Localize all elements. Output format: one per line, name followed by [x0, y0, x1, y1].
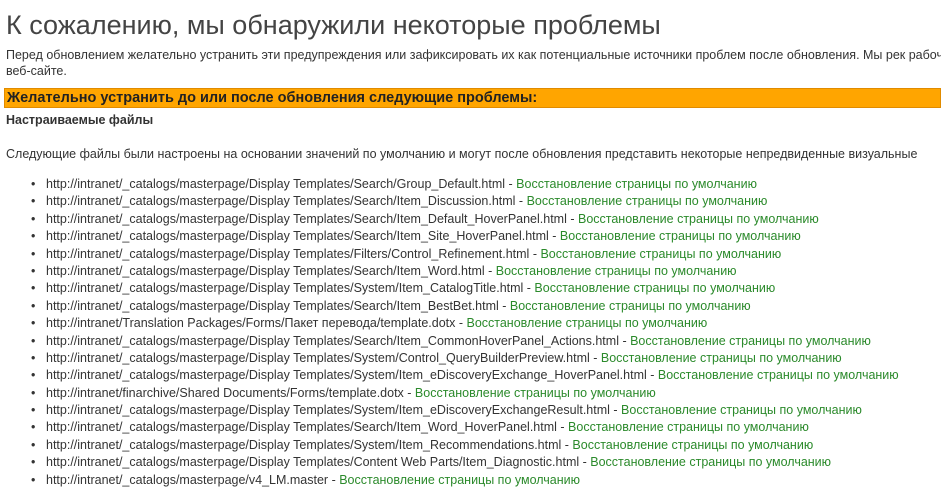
separator: - — [548, 229, 560, 244]
bullet-icon: • — [31, 211, 36, 226]
section-title-custom-files: Настраиваемые файлы — [6, 113, 154, 127]
restore-default-link[interactable]: Восстановление страницы по умолчанию — [578, 212, 819, 226]
bullet-icon: • — [31, 472, 36, 487]
warning-banner-title: Желательно устранить до или после обновл… — [7, 90, 538, 106]
list-item: • http://intranet/_catalogs/masterpage/Di… — [28, 333, 899, 350]
bullet-icon: • — [31, 333, 36, 348]
file-path: http://intranet/_catalogs/masterpage/Dis… — [46, 281, 524, 296]
file-path: http://intranet/_catalogs/masterpage/Dis… — [46, 211, 567, 226]
file-path: http://intranet/_catalogs/masterpage/Dis… — [46, 194, 516, 209]
file-path: http://intranet/_catalogs/masterpage/Dis… — [46, 455, 580, 470]
list-item: • http://intranet/_catalogs/masterpage/Di… — [28, 228, 899, 245]
file-path: http://intranet/_catalogs/masterpage/Dis… — [46, 437, 562, 452]
file-path: http://intranet/_catalogs/masterpage/Dis… — [46, 420, 557, 435]
bullet-icon: • — [31, 177, 36, 191]
list-item: • http://intranet/_catalogs/masterpage/Di… — [28, 246, 899, 263]
restore-default-link[interactable]: Восстановление страницы по умолчанию — [339, 473, 580, 487]
restore-default-link[interactable]: Восстановление страницы по умолчанию — [516, 177, 757, 191]
separator: - — [328, 472, 340, 487]
section-description: Следующие файлы были настроены на основа… — [6, 147, 918, 161]
restore-default-link[interactable]: Восстановление страницы по умолчанию — [415, 386, 656, 400]
list-item: • http://intranet/_catalogs/masterpage/Di… — [28, 176, 899, 193]
separator: - — [566, 211, 578, 226]
bullet-icon: • — [31, 246, 36, 261]
restore-default-link[interactable]: Восстановление страницы по умолчанию — [560, 229, 801, 243]
list-item: • http://intranet/_catalogs/masterpage/Di… — [28, 263, 899, 280]
file-path: http://intranet/_catalogs/masterpage/Dis… — [46, 403, 610, 418]
file-path: http://intranet/finarchive/Shared Docume… — [46, 385, 404, 400]
restore-default-link[interactable]: Восстановление страницы по умолчанию — [658, 368, 899, 382]
file-path: http://intranet/_catalogs/masterpage/Dis… — [46, 350, 590, 365]
restore-default-link[interactable]: Восстановление страницы по умолчанию — [630, 334, 871, 348]
restore-default-link[interactable]: Восстановление страницы по умолчанию — [466, 316, 707, 330]
list-item: • http://intranet/_catalogs/masterpage/Di… — [28, 350, 899, 367]
separator: - — [561, 437, 573, 452]
file-path: http://intranet/_catalogs/masterpage/Dis… — [46, 177, 506, 191]
file-path: http://intranet/_catalogs/masterpage/v4_… — [46, 472, 329, 487]
bullet-icon: • — [31, 385, 36, 400]
list-item: • http://intranet/_catalogs/masterpage/Di… — [28, 211, 899, 228]
list-item: • http://intranet/_catalogs/masterpage/Di… — [28, 419, 899, 436]
bullet-icon: • — [31, 368, 36, 383]
bullet-icon: • — [31, 281, 36, 296]
list-item: • http://intranet/_catalogs/masterpage/Di… — [28, 193, 899, 210]
restore-default-link[interactable]: Восстановление страницы по умолчанию — [590, 455, 831, 469]
list-item: • http://intranet/_catalogs/masterpage/Di… — [28, 367, 899, 384]
separator: - — [618, 333, 631, 348]
list-item: • http://intranet/finarchive/Shared Docum… — [28, 385, 899, 402]
bullet-icon: • — [31, 316, 36, 331]
bullet-icon: • — [31, 194, 36, 209]
separator: - — [529, 246, 541, 261]
bullet-icon: • — [31, 437, 36, 452]
bullet-icon: • — [31, 263, 36, 278]
restore-default-link[interactable]: Восстановление страницы по умолчанию — [534, 281, 775, 295]
separator: - — [556, 420, 569, 435]
list-item: • http://intranet/_catalogs/masterpage/Di… — [28, 280, 899, 297]
bullet-icon: • — [31, 229, 36, 244]
list-item: • http://intranet/Translation Packages/Fo… — [28, 315, 899, 332]
separator: - — [523, 281, 535, 296]
restore-default-link[interactable]: Восстановление страницы по умолчанию — [621, 403, 862, 417]
separator: - — [484, 263, 496, 278]
warning-banner: Желательно устранить до или после обновл… — [4, 88, 941, 108]
separator: - — [579, 455, 591, 470]
list-item: • http://intranet/_catalogs/masterpage/Di… — [28, 402, 899, 419]
customized-files-list: • http://intranet/_catalogs/masterpage/Di… — [28, 176, 899, 489]
separator: - — [455, 316, 467, 331]
restore-default-link[interactable]: Восстановление страницы по умолчанию — [510, 299, 751, 313]
separator: - — [646, 368, 658, 383]
separator: - — [498, 298, 510, 313]
list-item: • http://intranet/_catalogs/masterpage/Di… — [28, 298, 899, 315]
restore-default-link[interactable]: Восстановление страницы по умолчанию — [496, 264, 737, 278]
bullet-icon: • — [31, 350, 36, 365]
page-title: К сожалению, мы обнаружили некоторые про… — [6, 10, 661, 40]
restore-default-link[interactable]: Восстановление страницы по умолчанию — [540, 247, 781, 261]
list-item: • http://intranet/_catalogs/masterpage/Di… — [28, 454, 899, 471]
restore-default-link[interactable]: Восстановление страницы по умолчанию — [572, 438, 813, 452]
bullet-icon: • — [31, 420, 36, 435]
separator: - — [609, 403, 622, 418]
intro-text: Перед обновлением желательно устранить э… — [6, 48, 941, 78]
list-item: • http://intranet/_catalogs/masterpage/v4… — [28, 472, 899, 489]
separator: - — [403, 385, 415, 400]
restore-default-link[interactable]: Восстановление страницы по умолчанию — [601, 351, 842, 365]
file-path: http://intranet/_catalogs/masterpage/Dis… — [46, 333, 619, 348]
restore-default-link[interactable]: Восстановление страницы по умолчанию — [568, 420, 809, 434]
separator: - — [515, 194, 527, 209]
file-path: http://intranet/_catalogs/masterpage/Dis… — [46, 368, 647, 383]
file-path: http://intranet/_catalogs/masterpage/Dis… — [46, 246, 530, 261]
file-path: http://intranet/_catalogs/masterpage/Dis… — [46, 229, 549, 244]
file-path: http://intranet/_catalogs/masterpage/Dis… — [46, 298, 499, 313]
restore-default-link[interactable]: Восстановление страницы по умолчанию — [527, 194, 768, 208]
separator: - — [505, 177, 517, 191]
upgrade-warnings-page: К сожалению, мы обнаружили некоторые про… — [0, 0, 941, 492]
bullet-icon: • — [31, 298, 36, 313]
bullet-icon: • — [31, 455, 36, 470]
file-path: http://intranet/Translation Packages/For… — [46, 316, 456, 331]
bullet-icon: • — [31, 403, 36, 418]
list-item: • http://intranet/_catalogs/masterpage/Di… — [28, 437, 899, 454]
file-path: http://intranet/_catalogs/masterpage/Dis… — [46, 263, 485, 278]
separator: - — [589, 350, 601, 365]
